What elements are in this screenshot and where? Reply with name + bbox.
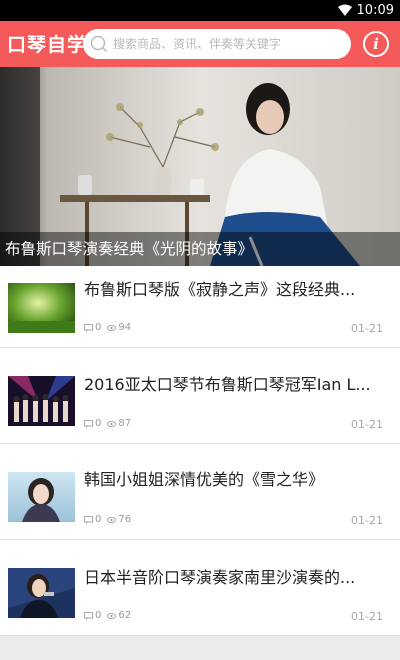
comment-count: 0	[95, 322, 102, 333]
search-icon	[90, 35, 108, 53]
comment-icon	[84, 516, 93, 524]
view-count: 94	[118, 322, 132, 333]
view-count: 76	[118, 514, 132, 525]
clock: 10:09	[356, 3, 394, 18]
article-stats: 0 94	[84, 322, 131, 334]
comment-icon	[84, 420, 93, 428]
view-count: 62	[118, 610, 132, 621]
status-bar: 10:09	[0, 0, 400, 21]
article-date: 01-21	[351, 322, 383, 335]
info-icon[interactable]: i	[363, 31, 389, 57]
article-date: 01-21	[351, 418, 383, 431]
view-icon	[107, 612, 117, 620]
article-stats: 0 87	[84, 418, 131, 430]
featured-banner[interactable]: 布鲁斯口琴演奏经典《光阴的故事》	[0, 67, 400, 266]
comment-count: 0	[95, 514, 102, 525]
search-input[interactable]	[113, 34, 343, 54]
article-list: 布鲁斯口琴版《寂静之声》这段经典... 0 94 01-21 2016亚太口琴节…	[0, 266, 400, 636]
list-item[interactable]: 日本半音阶口琴演奏家南里沙演奏的... 0 62 01-21	[0, 540, 400, 636]
article-thumbnail	[8, 283, 75, 333]
list-item[interactable]: 布鲁斯口琴版《寂静之声》这段经典... 0 94 01-21	[0, 266, 400, 348]
article-stats: 0 76	[84, 514, 131, 526]
view-icon	[107, 516, 117, 524]
article-title: 2016亚太口琴节布鲁斯口琴冠军Ian L...	[84, 375, 371, 394]
list-item[interactable]: 2016亚太口琴节布鲁斯口琴冠军Ian L... 0 87 01-21	[0, 348, 400, 444]
wifi-icon	[338, 4, 352, 16]
banner-caption: 布鲁斯口琴演奏经典《光阴的故事》	[0, 232, 400, 266]
comment-icon	[84, 612, 93, 620]
view-icon	[107, 420, 117, 428]
app-header: 口琴自学 i	[0, 21, 400, 67]
comment-icon	[84, 324, 93, 332]
article-thumbnail	[8, 376, 75, 426]
article-stats: 0 62	[84, 610, 131, 622]
comment-count: 0	[95, 610, 102, 621]
article-thumbnail	[8, 472, 75, 522]
list-item[interactable]: 韩国小姐姐深情优美的《雪之华》 0 76 01-21	[0, 444, 400, 540]
article-title: 日本半音阶口琴演奏家南里沙演奏的...	[84, 568, 356, 587]
article-title: 韩国小姐姐深情优美的《雪之华》	[84, 470, 325, 489]
view-count: 87	[118, 418, 132, 429]
article-date: 01-21	[351, 514, 383, 527]
view-icon	[107, 324, 117, 332]
article-thumbnail	[8, 568, 75, 618]
article-date: 01-21	[351, 610, 383, 623]
comment-count: 0	[95, 418, 102, 429]
app-logo: 口琴自学	[7, 34, 88, 56]
article-title: 布鲁斯口琴版《寂静之声》这段经典...	[84, 280, 356, 299]
search-bar[interactable]	[83, 29, 351, 59]
